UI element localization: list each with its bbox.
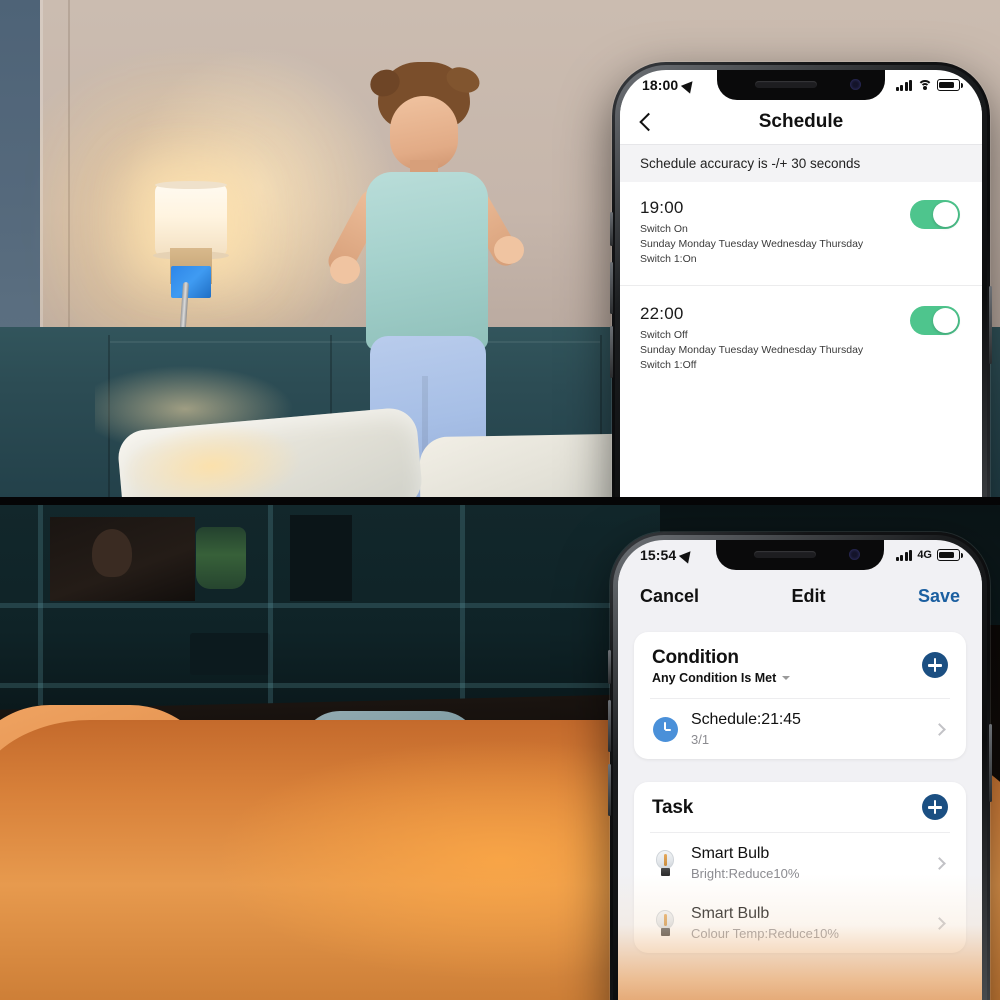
front-camera-icon	[850, 79, 861, 90]
background-shelving	[0, 505, 660, 715]
light-bulb-icon	[652, 850, 678, 876]
phone-volume-up-button[interactable]	[610, 262, 613, 314]
framed-picture	[50, 517, 195, 601]
nav-bar: Cancel Edit Save	[618, 570, 982, 622]
panel-top-bedroom-scene: 18:00 Schedule Schedule accuracy is -/+ …	[0, 0, 1000, 497]
phone-notch	[716, 540, 884, 570]
child-right-hand	[494, 236, 524, 264]
phone-notch	[717, 70, 885, 100]
child-left-hand	[330, 256, 360, 284]
condition-title: Condition	[652, 647, 739, 668]
condition-mode-selector[interactable]: Any Condition Is Met	[652, 671, 948, 685]
wifi-icon	[917, 79, 932, 91]
clock-icon	[652, 716, 678, 742]
shelf-upright	[38, 505, 43, 705]
cellular-bars-icon	[895, 79, 912, 91]
schedule-row[interactable]: 19:00 Switch On Sunday Monday Tuesday We…	[620, 186, 982, 281]
page-title: Edit	[791, 585, 826, 606]
phone-mute-button[interactable]	[610, 212, 613, 246]
battery-icon	[937, 549, 963, 561]
chevron-down-icon	[782, 676, 791, 680]
phone-display: 18:00 Schedule Schedule accuracy is -/+ …	[620, 70, 982, 497]
shelf-jar-object	[196, 527, 246, 589]
condition-row-body: Schedule:21:45 3/1	[691, 711, 922, 747]
nav-bar: Schedule	[620, 100, 982, 144]
child-tshirt	[366, 172, 488, 350]
schedule-switch-state: Switch 1:Off	[640, 358, 697, 371]
status-time: 18:00	[642, 77, 679, 93]
add-condition-button[interactable]	[922, 652, 948, 678]
schedule-accuracy-hint: Schedule accuracy is -/+ 30 seconds	[620, 144, 982, 182]
phone-volume-up-button[interactable]	[608, 700, 611, 752]
shelf-box-object	[190, 633, 270, 675]
condition-row-subtitle: 3/1	[691, 732, 710, 747]
cancel-button[interactable]: Cancel	[640, 586, 699, 607]
chevron-right-icon	[933, 722, 946, 736]
panel-bottom-sleeping-scene: 15:54 4G Cancel Edit Save Condition Any …	[0, 505, 1000, 1000]
chevron-right-icon	[933, 856, 946, 870]
network-type-label: 4G	[917, 549, 932, 561]
wall-lamp-shade	[153, 181, 229, 260]
product-collage: 18:00 Schedule Schedule accuracy is -/+ …	[0, 0, 1000, 1000]
screen-fade-overlay	[618, 874, 982, 1000]
wall-lamp-blue-accent	[171, 266, 211, 298]
schedule-details: Switch Off Sunday Monday Tuesday Wednesd…	[640, 328, 962, 373]
status-bar-right	[895, 79, 963, 91]
back-button-icon[interactable]	[639, 112, 658, 132]
status-bar-left: 15:54	[640, 546, 696, 564]
battery-icon	[937, 79, 963, 91]
phone-volume-down-button[interactable]	[610, 326, 613, 378]
earpiece-speaker-icon	[754, 551, 816, 558]
panel-divider	[0, 497, 1000, 505]
schedule-days: Sunday Monday Tuesday Wednesday Thursday	[640, 343, 864, 356]
status-time: 15:54	[640, 547, 677, 563]
condition-row-title: Schedule:21:45	[691, 711, 801, 728]
phone-automation-edit-screen: 15:54 4G Cancel Edit Save Condition Any …	[608, 532, 992, 1000]
status-bar-right: 4G	[895, 549, 963, 561]
condition-mode-label: Any Condition Is Met	[652, 671, 777, 685]
screen-fade-overlay	[620, 464, 982, 497]
shelf-upright	[268, 505, 273, 705]
phone-display: 15:54 4G Cancel Edit Save Condition Any …	[618, 540, 982, 1000]
phone-power-button[interactable]	[989, 286, 992, 364]
schedule-switch-state: Switch 1:On	[640, 252, 697, 265]
phone-volume-down-button[interactable]	[608, 764, 611, 816]
shelf-upright	[460, 505, 465, 705]
save-button[interactable]: Save	[918, 586, 960, 607]
front-camera-icon	[849, 549, 860, 560]
task-title: Task	[652, 797, 694, 818]
phone-mute-button[interactable]	[608, 650, 611, 684]
shelf-book	[290, 515, 352, 601]
child-face	[390, 96, 458, 170]
location-arrow-icon	[679, 546, 696, 564]
task-row-title: Smart Bulb	[691, 845, 770, 862]
schedule-row[interactable]: 22:00 Switch Off Sunday Monday Tuesday W…	[620, 286, 982, 387]
schedule-details: Switch On Sunday Monday Tuesday Wednesda…	[640, 222, 962, 267]
schedule-toggle[interactable]	[910, 200, 960, 229]
shelf-edge	[0, 683, 660, 688]
task-card-header: Task	[634, 782, 966, 832]
cellular-bars-icon	[895, 549, 913, 561]
status-bar-left: 18:00	[642, 76, 698, 94]
phone-schedule-screen: 18:00 Schedule Schedule accuracy is -/+ …	[610, 62, 992, 497]
add-task-button[interactable]	[922, 794, 948, 820]
schedule-toggle[interactable]	[910, 305, 960, 335]
condition-card-header: Condition Any Condition Is Met	[634, 632, 966, 698]
location-arrow-icon	[681, 76, 698, 94]
shelf-edge	[0, 603, 660, 608]
condition-row[interactable]: Schedule:21:45 3/1	[634, 699, 966, 759]
condition-card: Condition Any Condition Is Met Schedule:…	[634, 632, 966, 759]
schedule-days: Sunday Monday Tuesday Wednesday Thursday	[640, 237, 864, 250]
phone-power-button[interactable]	[989, 724, 992, 802]
schedule-list: 19:00 Switch On Sunday Monday Tuesday We…	[620, 186, 982, 497]
earpiece-speaker-icon	[755, 81, 817, 88]
page-title: Schedule	[758, 111, 844, 132]
